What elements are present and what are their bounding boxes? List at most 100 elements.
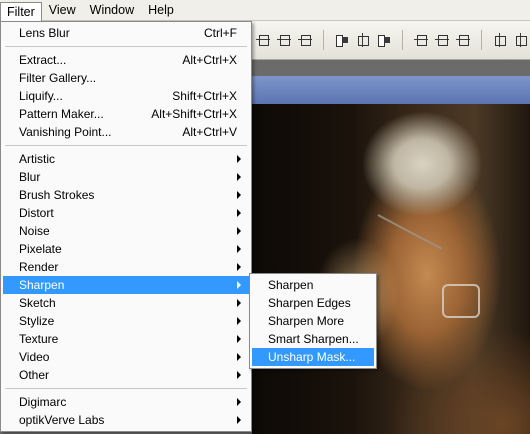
document-window [252, 76, 530, 434]
filter-menu: Lens Blur Ctrl+F Extract... Alt+Ctrl+X F… [0, 21, 252, 432]
menu-item-label: Sharpen [19, 278, 65, 292]
menu-separator [5, 388, 247, 389]
distribute-bottom-icon[interactable] [456, 33, 470, 47]
distribute-left-icon[interactable] [493, 33, 507, 47]
menu-item-other[interactable]: Other [3, 366, 249, 384]
menu-help[interactable]: Help [141, 1, 181, 20]
menu-item-pattern-maker[interactable]: Pattern Maker... Alt+Shift+Ctrl+X [3, 105, 249, 123]
menu-item-label: Artistic [19, 152, 55, 166]
menu-item-stylize[interactable]: Stylize [3, 312, 249, 330]
menu-view[interactable]: View [42, 1, 83, 20]
align-left-icon[interactable] [335, 33, 349, 47]
menu-item-label: Blur [19, 170, 41, 184]
menu-item-label: Extract... [19, 53, 67, 67]
align-right-icon[interactable] [377, 33, 391, 47]
submenu-arrow-icon [237, 317, 241, 325]
distribute-middle-icon[interactable] [435, 33, 449, 47]
menu-filter[interactable]: Filter [0, 1, 42, 21]
menu-item-texture[interactable]: Texture [3, 330, 249, 348]
menu-separator [5, 145, 247, 146]
submenu-arrow-icon [237, 173, 241, 181]
submenu-item-sharpen-more[interactable]: Sharpen More [252, 312, 374, 330]
menu-item-label: Sharpen [268, 278, 314, 292]
sharpen-submenu: Sharpen Sharpen Edges Sharpen More Smart… [249, 273, 377, 369]
submenu-item-sharpen-edges[interactable]: Sharpen Edges [252, 294, 374, 312]
menu-item-label: Smart Sharpen... [268, 332, 359, 346]
menu-item-shortcut: Alt+Shift+Ctrl+X [151, 107, 237, 121]
menu-item-vanishing-point[interactable]: Vanishing Point... Alt+Ctrl+V [3, 123, 249, 141]
menu-item-label: Distort [19, 206, 54, 220]
menu-item-liquify[interactable]: Liquify... Shift+Ctrl+X [3, 87, 249, 105]
menu-item-digimarc[interactable]: Digimarc [3, 393, 249, 411]
align-group [256, 30, 530, 50]
menu-bar: Filter View Window Help [0, 0, 530, 21]
menu-item-label: Unsharp Mask... [268, 350, 356, 364]
menu-item-lens-blur[interactable]: Lens Blur Ctrl+F [3, 24, 249, 42]
menu-item-extract[interactable]: Extract... Alt+Ctrl+X [3, 51, 249, 69]
submenu-item-unsharp-mask[interactable]: Unsharp Mask... [252, 348, 374, 366]
menu-item-filter-gallery[interactable]: Filter Gallery... [3, 69, 249, 87]
submenu-arrow-icon [237, 155, 241, 163]
menu-item-sharpen[interactable]: Sharpen [3, 276, 249, 294]
submenu-arrow-icon [237, 299, 241, 307]
toolbar-divider [481, 30, 482, 50]
menu-item-label: Pattern Maker... [19, 107, 104, 121]
menu-item-label: Other [19, 368, 50, 382]
submenu-arrow-icon [237, 398, 241, 406]
menu-item-label: Filter Gallery... [19, 71, 97, 85]
submenu-arrow-icon [237, 263, 241, 271]
menu-item-video[interactable]: Video [3, 348, 249, 366]
menu-item-distort[interactable]: Distort [3, 204, 249, 222]
photo-detail [442, 284, 480, 318]
menu-item-label: Pixelate [19, 242, 62, 256]
align-top-icon[interactable] [256, 33, 270, 47]
document-title-bar[interactable] [252, 76, 530, 104]
menu-item-label: Sketch [19, 296, 56, 310]
menu-window[interactable]: Window [83, 1, 141, 20]
menu-item-sketch[interactable]: Sketch [3, 294, 249, 312]
menu-item-label: optikVerve Labs [19, 413, 105, 427]
submenu-item-smart-sharpen[interactable]: Smart Sharpen... [252, 330, 374, 348]
menu-item-label: Noise [19, 224, 50, 238]
submenu-arrow-icon [237, 227, 241, 235]
canvas-photo[interactable] [252, 104, 530, 434]
menu-item-artistic[interactable]: Artistic [3, 150, 249, 168]
align-bottom-icon[interactable] [298, 33, 312, 47]
menu-item-label: Texture [19, 332, 59, 346]
submenu-arrow-icon [237, 191, 241, 199]
menu-item-label: Video [19, 350, 50, 364]
menu-item-label: Render [19, 260, 59, 274]
submenu-arrow-icon [237, 281, 241, 289]
distribute-top-icon[interactable] [414, 33, 428, 47]
align-middle-icon[interactable] [277, 33, 291, 47]
menu-item-label: Sharpen Edges [268, 296, 351, 310]
menu-item-shortcut: Ctrl+F [204, 26, 237, 40]
menu-item-label: Brush Strokes [19, 188, 95, 202]
menu-item-shortcut: Alt+Ctrl+X [182, 53, 237, 67]
submenu-arrow-icon [237, 416, 241, 424]
menu-item-pixelate[interactable]: Pixelate [3, 240, 249, 258]
menu-item-brush-strokes[interactable]: Brush Strokes [3, 186, 249, 204]
photo-detail [377, 214, 443, 250]
menu-item-noise[interactable]: Noise [3, 222, 249, 240]
align-center-icon[interactable] [356, 33, 370, 47]
submenu-arrow-icon [237, 353, 241, 361]
toolbar-divider [323, 30, 324, 50]
toolbar-divider [402, 30, 403, 50]
menu-item-label: Digimarc [19, 395, 67, 409]
menu-item-label: Lens Blur [19, 26, 70, 40]
submenu-arrow-icon [237, 335, 241, 343]
submenu-item-sharpen[interactable]: Sharpen [252, 276, 374, 294]
menu-item-shortcut: Alt+Ctrl+V [182, 125, 237, 139]
menu-item-label: Stylize [19, 314, 55, 328]
distribute-center-icon[interactable] [514, 33, 528, 47]
submenu-arrow-icon [237, 371, 241, 379]
submenu-arrow-icon [237, 245, 241, 253]
menu-separator [5, 46, 247, 47]
menu-item-optikverve-labs[interactable]: optikVerve Labs [3, 411, 249, 429]
menu-item-blur[interactable]: Blur [3, 168, 249, 186]
menu-item-label: Sharpen More [268, 314, 345, 328]
submenu-arrow-icon [237, 209, 241, 217]
menu-item-shortcut: Shift+Ctrl+X [172, 89, 237, 103]
menu-item-render[interactable]: Render [3, 258, 249, 276]
